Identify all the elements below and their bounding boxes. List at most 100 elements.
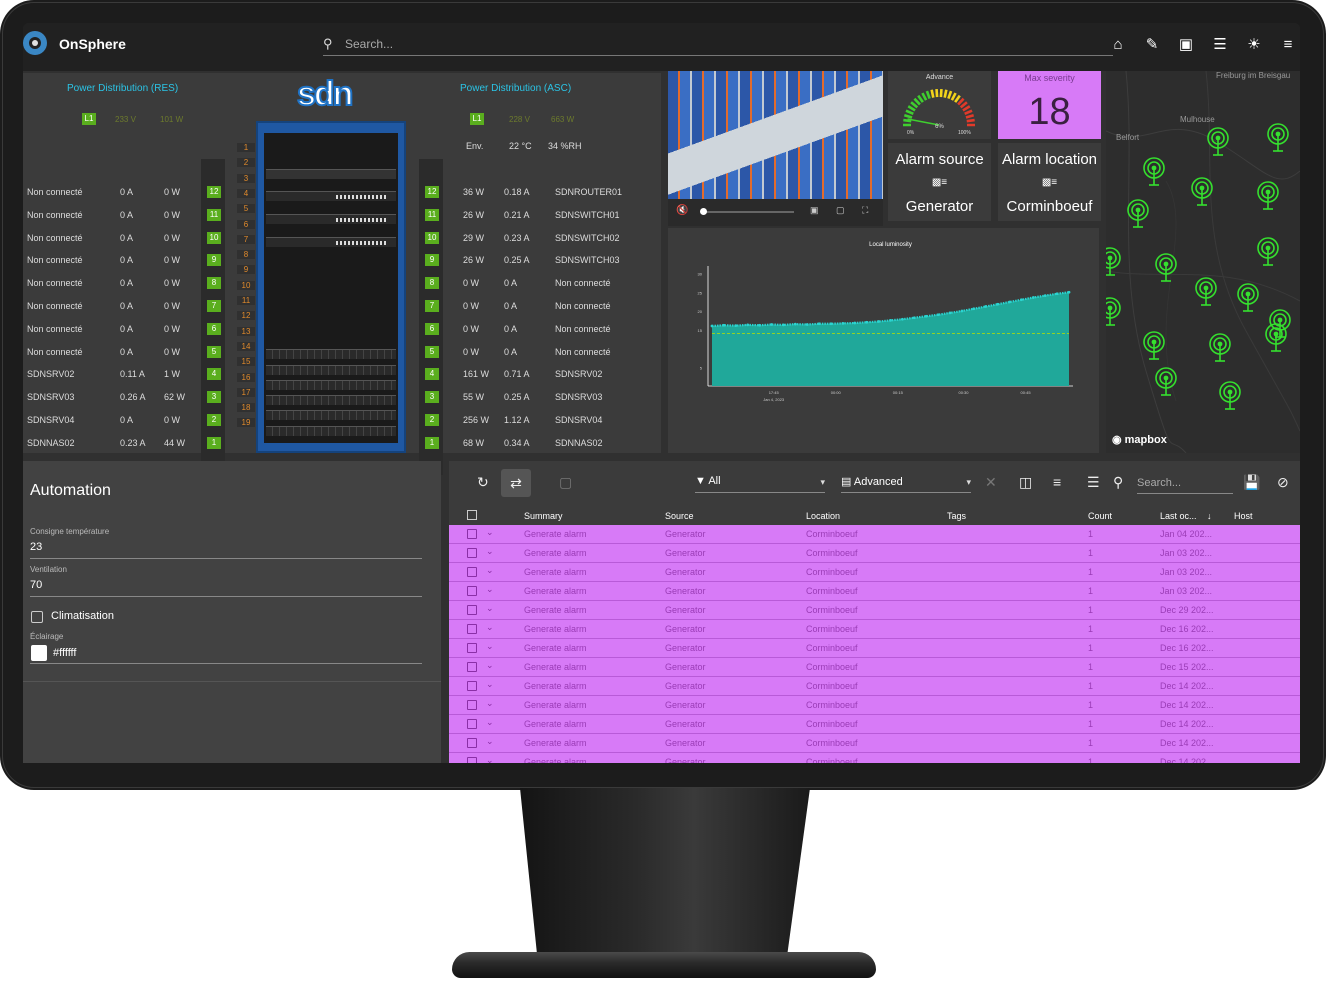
expand-chevron-icon[interactable]: ⌄ <box>486 641 494 652</box>
rack-server[interactable] <box>266 426 396 436</box>
climatisation-checkbox[interactable] <box>31 611 43 623</box>
row-checkbox[interactable] <box>467 567 477 577</box>
map-marker-icon[interactable] <box>1256 237 1280 267</box>
rack-cabinet[interactable] <box>256 121 406 453</box>
col-summary[interactable]: Summary <box>524 511 563 521</box>
map-marker-icon[interactable] <box>1206 127 1230 157</box>
row-checkbox[interactable] <box>467 624 477 634</box>
row-checkbox[interactable] <box>467 643 477 653</box>
table-row[interactable]: ⌄ Generate alarm Generator Corminboeuf 1 Dec … <box>449 715 1300 734</box>
rack-network-device[interactable] <box>266 191 396 201</box>
col-source[interactable]: Source <box>665 511 694 521</box>
map-marker-icon[interactable] <box>1208 333 1232 363</box>
row-checkbox[interactable] <box>467 586 477 596</box>
clear-filter-icon[interactable]: ✕ <box>985 474 997 491</box>
rack-network-device[interactable] <box>266 169 396 179</box>
menu-icon[interactable]: ≡ <box>1276 35 1300 55</box>
map-marker-icon[interactable] <box>1256 181 1280 211</box>
table-row[interactable]: ⌄ Generate alarm Generator Corminboeuf 1 Dec … <box>449 734 1300 753</box>
filter-select[interactable]: ▼ All ▾ <box>695 475 825 493</box>
expand-chevron-icon[interactable]: ⌄ <box>486 603 494 614</box>
expand-chevron-icon[interactable]: ⌄ <box>486 736 494 747</box>
col-host[interactable]: Host <box>1234 511 1253 521</box>
map-marker-icon[interactable] <box>1236 283 1260 313</box>
mute-icon[interactable]: 🔇 <box>676 205 688 216</box>
row-checkbox[interactable] <box>467 662 477 672</box>
sort-down-icon[interactable]: ↓ <box>1207 511 1212 521</box>
video-progress-handle[interactable] <box>700 208 707 215</box>
map-marker-icon[interactable] <box>1218 381 1242 411</box>
home-icon[interactable]: ⌂ <box>1106 35 1130 55</box>
density-icon[interactable]: ☰ <box>1087 474 1100 491</box>
col-last-occurrence[interactable]: Last oc... <box>1160 511 1197 521</box>
eclairage-color-swatch[interactable] <box>31 645 47 661</box>
select-all-checkbox[interactable] <box>467 510 477 520</box>
max-severity-tile[interactable]: Max severity 18 <box>998 71 1101 139</box>
map-marker-icon[interactable] <box>1194 277 1218 307</box>
export-icon[interactable]: ▢ <box>559 474 572 491</box>
col-count[interactable]: Count <box>1088 511 1112 521</box>
map-marker-icon[interactable] <box>1154 253 1178 283</box>
map-marker-icon[interactable] <box>1106 297 1122 327</box>
brightness-icon[interactable]: ☀ <box>1242 35 1266 55</box>
expand-chevron-icon[interactable]: ⌄ <box>486 755 494 763</box>
map-marker-icon[interactable] <box>1106 247 1122 277</box>
alarm-source-tile[interactable]: Alarm source ▩≡ Generator <box>888 143 991 221</box>
expand-chevron-icon[interactable]: ⌄ <box>486 584 494 595</box>
refresh-icon[interactable]: ↻ <box>477 474 489 491</box>
row-checkbox[interactable] <box>467 681 477 691</box>
expand-chevron-icon[interactable]: ⌄ <box>486 679 494 690</box>
table-row[interactable]: ⌄ Generate alarm Generator Corminboeuf 1 Dec … <box>449 601 1300 620</box>
video-progress[interactable] <box>702 211 794 213</box>
pip-icon[interactable]: ▣ <box>810 205 819 216</box>
row-checkbox[interactable] <box>467 757 477 763</box>
table-row[interactable]: ⌄ Generate alarm Generator Corminboeuf 1 Dec … <box>449 658 1300 677</box>
ventilation-field[interactable]: 70 <box>30 579 42 591</box>
table-row[interactable]: ⌄ Generate alarm Generator Corminboeuf 1 Dec … <box>449 677 1300 696</box>
expand-chevron-icon[interactable]: ⌄ <box>486 527 494 538</box>
camera-feed[interactable]: 🔇 ▣ ▢ ⛶ <box>668 71 883 226</box>
table-row[interactable]: ⌄ Generate alarm Generator Corminboeuf 1 Dec … <box>449 620 1300 639</box>
col-location[interactable]: Location <box>806 511 840 521</box>
columns-icon[interactable]: ◫ <box>1019 474 1032 491</box>
row-checkbox[interactable] <box>467 738 477 748</box>
row-checkbox[interactable] <box>467 719 477 729</box>
rack-network-device[interactable] <box>266 237 396 247</box>
rack-server[interactable] <box>266 365 396 375</box>
expand-chevron-icon[interactable]: ⌄ <box>486 698 494 709</box>
rack-server[interactable] <box>266 349 396 359</box>
alarm-location-tile[interactable]: Alarm location ▩≡ Corminboeuf <box>998 143 1101 221</box>
map-marker-icon[interactable] <box>1154 367 1178 397</box>
row-checkbox[interactable] <box>467 548 477 558</box>
mode-select[interactable]: ▤ Advanced ▾ <box>841 475 971 493</box>
expand-chevron-icon[interactable]: ⌄ <box>486 565 494 576</box>
consigne-field[interactable]: 23 <box>30 541 42 553</box>
hide-icon[interactable]: ⊘ <box>1277 474 1289 491</box>
rack-server[interactable] <box>266 395 396 405</box>
list-icon[interactable]: ☰ <box>1208 35 1232 55</box>
expand-chevron-icon[interactable]: ⌄ <box>486 717 494 728</box>
auto-refresh-icon[interactable]: ⇄ <box>501 469 531 497</box>
table-row[interactable]: ⌄ Generate alarm Generator Corminboeuf 1 Jan … <box>449 544 1300 563</box>
row-checkbox[interactable] <box>467 605 477 615</box>
map-marker-icon[interactable] <box>1266 123 1290 153</box>
caption-icon[interactable]: ▢ <box>836 205 845 216</box>
row-checkbox[interactable] <box>467 700 477 710</box>
expand-chevron-icon[interactable]: ⌄ <box>486 546 494 557</box>
col-tags[interactable]: Tags <box>947 511 966 521</box>
row-checkbox[interactable] <box>467 529 477 539</box>
sort-icon[interactable]: ≡ <box>1053 474 1061 490</box>
expand-chevron-icon[interactable]: ⌄ <box>486 660 494 671</box>
rack-network-device[interactable] <box>266 214 396 224</box>
global-search[interactable]: ⚲ Search... <box>323 34 1113 56</box>
site-map[interactable]: Freiburg im Breisgau Mulhouse Belfort ◉ … <box>1106 71 1300 453</box>
table-row[interactable]: ⌄ Generate alarm Generator Corminboeuf 1 Jan … <box>449 563 1300 582</box>
map-marker-icon[interactable] <box>1264 323 1288 353</box>
map-marker-icon[interactable] <box>1190 177 1214 207</box>
rack-server[interactable] <box>266 380 396 390</box>
map-marker-icon[interactable] <box>1142 331 1166 361</box>
eclairage-field[interactable]: #ffffff <box>53 647 76 659</box>
save-icon[interactable]: 💾 <box>1243 474 1260 491</box>
rack-server[interactable] <box>266 410 396 420</box>
screen-icon[interactable]: ▣ <box>1174 35 1198 55</box>
